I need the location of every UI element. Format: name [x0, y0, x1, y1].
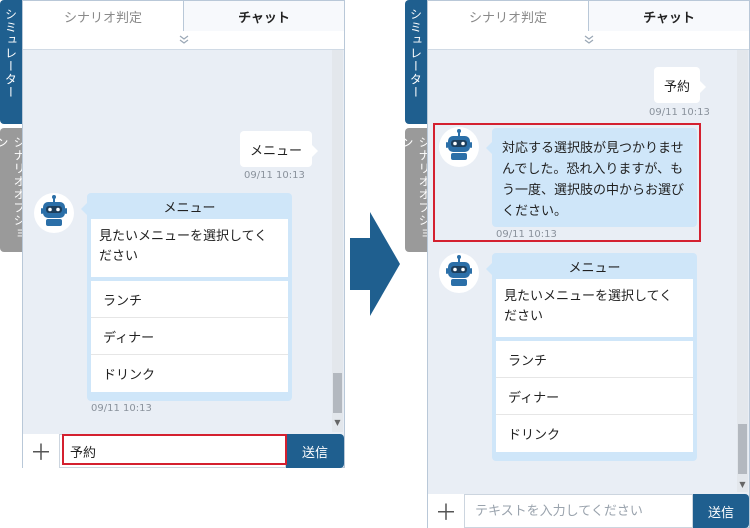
collapse-button[interactable]	[23, 31, 344, 50]
chat-frame: シナリオ判定 チャット 予約 09/11 10:13 対応する選択肢が見つかりま…	[427, 0, 750, 528]
bot-avatar	[34, 193, 74, 233]
side-tab-scenario-option[interactable]: シナリオオプション	[0, 128, 26, 252]
input-bar: ＋ 送信	[428, 494, 749, 528]
bot-error-message: 対応する選択肢が見つかりませんでした。恐れ入りますが、もう一度、選択肢の中からお…	[486, 128, 697, 227]
user-message-time: 09/11 10:13	[244, 170, 305, 181]
plus-button[interactable]: ＋	[23, 434, 59, 468]
bot-avatar	[439, 253, 479, 293]
card-options: ランチ ディナー ドリンク	[91, 281, 288, 392]
card-title: メニュー	[568, 260, 621, 276]
side-tab-simulator[interactable]: シミュレーター	[0, 0, 22, 124]
option-dinner[interactable]: ディナー	[91, 318, 288, 355]
chevron-double-down-icon	[584, 34, 594, 47]
option-drink[interactable]: ドリンク	[496, 415, 693, 452]
chevron-double-down-icon	[179, 34, 189, 47]
option-lunch[interactable]: ランチ	[91, 281, 288, 318]
bot-menu-card: メニュー 見たいメニューを選択してください ランチ ディナー ドリンク	[486, 253, 697, 461]
user-message: 予約	[654, 67, 707, 103]
scroll-down-arrow-icon[interactable]: ▼	[737, 480, 748, 490]
bot-error-message-text: 対応する選択肢が見つかりませんでした。恐れ入りますが、もう一度、選択肢の中からお…	[502, 141, 685, 219]
user-message: メニュー	[240, 131, 319, 167]
card-prompt: 見たいメニューを選択してください	[91, 219, 288, 277]
scrollbar-thumb[interactable]	[333, 373, 342, 413]
message-input[interactable]	[59, 434, 286, 468]
message-input[interactable]	[464, 494, 693, 528]
user-message-text: メニュー	[250, 143, 303, 159]
card-prompt: 見たいメニューを選択してください	[496, 279, 693, 337]
robot-icon	[37, 194, 71, 232]
card-options: ランチ ディナー ドリンク	[496, 341, 693, 452]
tab-scenario[interactable]: シナリオ判定	[428, 1, 589, 31]
scroll-down-arrow-icon[interactable]: ▼	[332, 418, 343, 428]
scrollbar[interactable]: ▼	[332, 50, 343, 432]
side-tab-simulator[interactable]: シミュレーター	[405, 0, 427, 124]
bot-card-time: 09/11 10:13	[91, 403, 152, 414]
option-drink[interactable]: ドリンク	[91, 355, 288, 392]
scrollbar[interactable]: ▼	[737, 50, 748, 492]
tab-bar: シナリオ判定 チャット	[23, 1, 344, 32]
robot-icon	[442, 128, 476, 166]
left-simulator-panel: シミュレーター シナリオオプション シナリオ判定 チャット メニュー 09/11…	[0, 0, 345, 528]
bot-menu-card: メニュー 見たいメニューを選択してください ランチ ディナー ドリンク	[81, 193, 292, 401]
right-simulator-panel: シミュレーター シナリオオプション シナリオ判定 チャット 予約 09/11 1…	[400, 0, 750, 528]
bot-avatar	[439, 127, 479, 167]
option-dinner[interactable]: ディナー	[496, 378, 693, 415]
send-button[interactable]: 送信	[286, 434, 344, 468]
bot-message-time: 09/11 10:13	[496, 229, 557, 240]
input-bar: ＋ 送信	[23, 434, 344, 468]
scrollbar-thumb[interactable]	[738, 424, 747, 474]
chat-area: 予約 09/11 10:13 対応する選択肢が見つかりませんでした。恐れ入ります…	[428, 50, 749, 492]
plus-icon: ＋	[29, 441, 52, 466]
send-button[interactable]: 送信	[693, 494, 749, 528]
tab-scenario[interactable]: シナリオ判定	[23, 1, 184, 31]
plus-button[interactable]: ＋	[428, 494, 464, 528]
right-arrow-icon	[350, 212, 400, 316]
chat-frame: シナリオ判定 チャット メニュー 09/11 10:13 メニュー 見たいメニュ…	[22, 0, 345, 468]
side-tab-scenario-option[interactable]: シナリオオプション	[400, 128, 431, 252]
chat-area: メニュー 09/11 10:13 メニュー 見たいメニューを選択してください ラ…	[23, 50, 344, 432]
option-lunch[interactable]: ランチ	[496, 341, 693, 378]
user-message-text: 予約	[664, 79, 691, 95]
tab-chat[interactable]: チャット	[184, 1, 344, 31]
user-message-time: 09/11 10:13	[649, 107, 710, 118]
tab-bar: シナリオ判定 チャット	[428, 1, 749, 32]
robot-icon	[442, 254, 476, 292]
card-title: メニュー	[163, 200, 216, 216]
collapse-button[interactable]	[428, 31, 749, 50]
plus-icon: ＋	[434, 501, 457, 526]
tab-chat[interactable]: チャット	[589, 1, 749, 31]
